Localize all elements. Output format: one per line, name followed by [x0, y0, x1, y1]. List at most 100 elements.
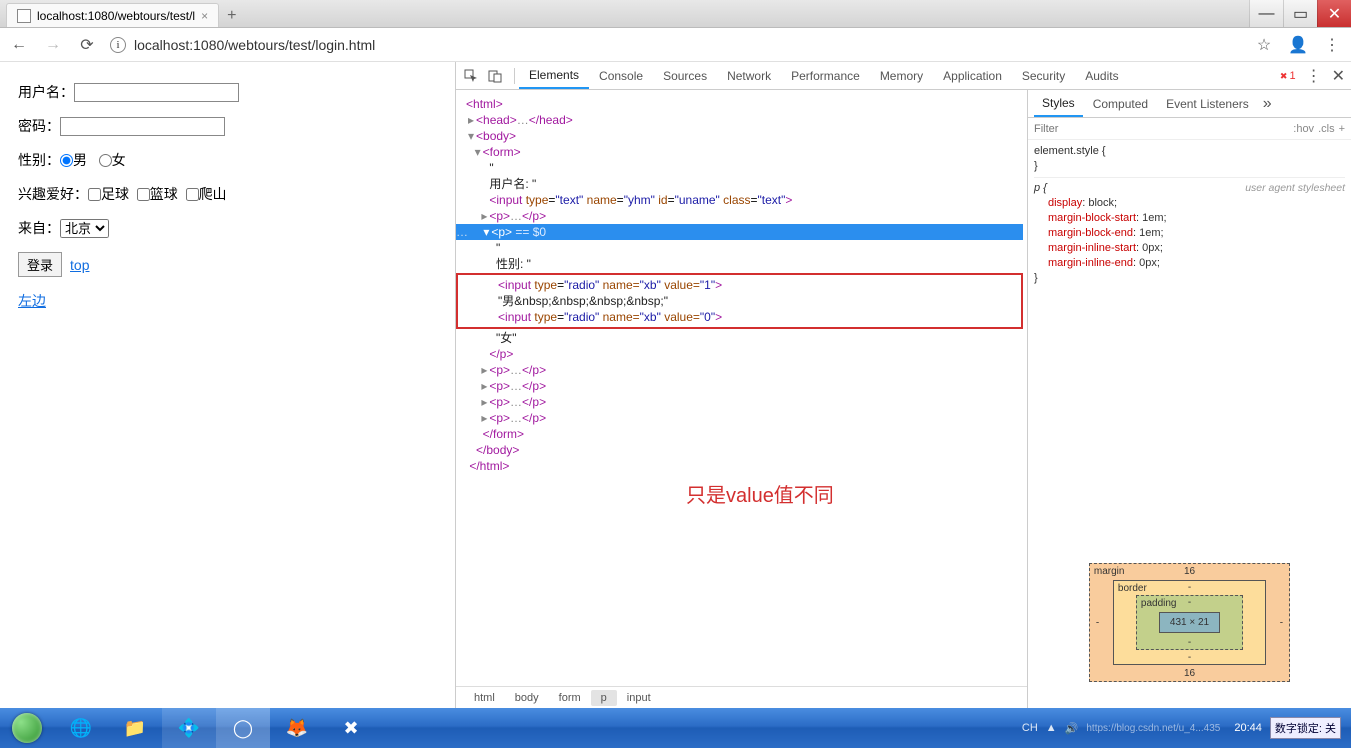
- el-node[interactable]: </html>: [469, 459, 509, 473]
- tab-event-listeners[interactable]: Event Listeners: [1158, 90, 1257, 117]
- el-node[interactable]: </form>: [483, 427, 524, 441]
- el-node[interactable]: <body>: [476, 129, 516, 143]
- tab-application[interactable]: Application: [933, 62, 1012, 89]
- window-titlebar: localhost:1080/webtours/test/l × + — ▭ ✕: [0, 0, 1351, 28]
- tab-console[interactable]: Console: [589, 62, 653, 89]
- devtools-tabbar: Elements Console Sources Network Perform…: [456, 62, 1351, 90]
- selected-element[interactable]: … ▾<p> == $0: [456, 224, 1023, 240]
- el-text: 性别: ": [496, 257, 531, 271]
- box-content: 431 × 21: [1159, 612, 1220, 633]
- tray-flag-icon[interactable]: ▲: [1046, 722, 1057, 734]
- site-info-icon[interactable]: i: [110, 37, 126, 53]
- hobby-football-text: 足球: [101, 184, 129, 204]
- device-toolbar-icon[interactable]: [486, 67, 504, 85]
- password-input[interactable]: [60, 117, 225, 136]
- taskbar-clock[interactable]: 20:44: [1234, 722, 1262, 734]
- browser-menu-icon[interactable]: ⋮: [1321, 35, 1343, 55]
- el-text: "男&nbsp;&nbsp;&nbsp;&nbsp;": [498, 294, 668, 308]
- taskbar-ide-icon[interactable]: 💠: [162, 708, 216, 748]
- ime-status[interactable]: 数字锁定: 关: [1270, 717, 1341, 739]
- tab-memory[interactable]: Memory: [870, 62, 933, 89]
- styles-panel: Styles Computed Event Listeners » :hov .…: [1027, 90, 1351, 708]
- hobby-climbing-text: 爬山: [199, 184, 227, 204]
- annotation-text: 只是value值不同: [686, 488, 1023, 504]
- hobby-basketball-checkbox[interactable]: [137, 188, 150, 201]
- css-rules[interactable]: element.style { } p {user agent styleshe…: [1028, 140, 1351, 537]
- crumb-body[interactable]: body: [505, 690, 549, 706]
- breadcrumb: html body form p input: [456, 686, 1027, 708]
- tab-sources[interactable]: Sources: [653, 62, 717, 89]
- hov-toggle[interactable]: :hov: [1293, 123, 1314, 135]
- taskbar-explorer-icon[interactable]: 📁: [108, 708, 162, 748]
- highlight-box: <input type="radio" name="xb" value="1">…: [456, 273, 1023, 329]
- tab-elements[interactable]: Elements: [519, 62, 589, 89]
- hobby-basketball-text: 篮球: [150, 184, 178, 204]
- new-tab-button[interactable]: +: [227, 7, 236, 25]
- start-button[interactable]: [0, 708, 54, 748]
- tab-computed[interactable]: Computed: [1085, 90, 1156, 117]
- tab-close-icon[interactable]: ×: [201, 9, 208, 23]
- error-count-badge[interactable]: 1: [1280, 70, 1296, 82]
- tab-styles[interactable]: Styles: [1034, 90, 1083, 117]
- username-input[interactable]: [74, 83, 239, 102]
- url-text[interactable]: localhost:1080/webtours/test/login.html: [134, 37, 375, 53]
- hobby-football-checkbox[interactable]: [88, 188, 101, 201]
- tab-security[interactable]: Security: [1012, 62, 1075, 89]
- crumb-input[interactable]: input: [617, 690, 661, 706]
- el-text: ": [489, 161, 493, 175]
- styles-filter-input[interactable]: [1028, 118, 1287, 139]
- cls-toggle[interactable]: .cls: [1318, 123, 1335, 135]
- from-select[interactable]: 北京: [60, 219, 109, 238]
- reload-button[interactable]: ⟳: [76, 35, 98, 55]
- from-label: 来自：: [18, 218, 60, 238]
- styles-more-icon[interactable]: »: [1263, 95, 1272, 113]
- watermark: https://blog.csdn.net/u_4...435: [1086, 723, 1220, 734]
- taskbar-ie-icon[interactable]: 🌐: [54, 708, 108, 748]
- tab-performance[interactable]: Performance: [781, 62, 870, 89]
- top-link[interactable]: top: [70, 257, 89, 273]
- gender-female-text: 女: [112, 150, 126, 170]
- el-node[interactable]: </p>: [489, 347, 513, 361]
- browser-tab[interactable]: localhost:1080/webtours/test/l ×: [6, 3, 219, 27]
- inspect-element-icon[interactable]: [462, 67, 480, 85]
- gender-male-radio[interactable]: [60, 154, 73, 167]
- el-node[interactable]: <html>: [466, 97, 503, 111]
- el-node[interactable]: </body>: [476, 443, 519, 457]
- elements-tree[interactable]: <html> ▸<head>…</head> ▾<body> ▾<form> "…: [456, 90, 1027, 686]
- page-content: 用户名： 密码： 性别： 男 女 兴趣爱好： 足球: [0, 62, 455, 708]
- taskbar-firefox-icon[interactable]: 🦊: [270, 708, 324, 748]
- address-bar: ← → ⟳ i localhost:1080/webtours/test/log…: [0, 28, 1351, 62]
- hobby-label: 兴趣爱好：: [18, 184, 88, 204]
- crumb-html[interactable]: html: [464, 690, 505, 706]
- devtools-close-icon[interactable]: ✕: [1332, 66, 1345, 86]
- gender-female-radio[interactable]: [99, 154, 112, 167]
- taskbar-app-icon[interactable]: ✖: [324, 708, 378, 748]
- taskbar: 🌐 📁 💠 ◯ 🦊 ✖ CH ▲ 🔊 https://blog.csdn.net…: [0, 708, 1351, 748]
- el-text: "女": [496, 331, 517, 345]
- window-close-button[interactable]: ✕: [1317, 0, 1351, 27]
- el-node[interactable]: <head>: [476, 113, 517, 127]
- tray-network-icon[interactable]: 🔊: [1065, 722, 1079, 735]
- password-label: 密码：: [18, 116, 60, 136]
- tab-network[interactable]: Network: [717, 62, 781, 89]
- tray-lang[interactable]: CH: [1022, 722, 1038, 734]
- hobby-climbing-checkbox[interactable]: [186, 188, 199, 201]
- crumb-p[interactable]: p: [591, 690, 617, 706]
- login-button[interactable]: 登录: [18, 252, 62, 277]
- window-minimize-button[interactable]: —: [1249, 0, 1283, 27]
- crumb-form[interactable]: form: [549, 690, 591, 706]
- taskbar-chrome-icon[interactable]: ◯: [216, 708, 270, 748]
- window-maximize-button[interactable]: ▭: [1283, 0, 1317, 27]
- forward-button[interactable]: →: [42, 36, 64, 54]
- back-button[interactable]: ←: [8, 36, 30, 54]
- left-link[interactable]: 左边: [18, 291, 46, 311]
- new-rule-icon[interactable]: +: [1339, 123, 1345, 135]
- bookmark-icon[interactable]: ☆: [1253, 35, 1275, 55]
- el-node[interactable]: <form>: [483, 145, 521, 159]
- profile-icon[interactable]: 👤: [1287, 35, 1309, 55]
- username-label: 用户名：: [18, 82, 74, 102]
- page-icon: [17, 9, 31, 23]
- tab-audits[interactable]: Audits: [1075, 62, 1128, 89]
- el-text: 用户名: ": [489, 177, 536, 191]
- devtools-menu-icon[interactable]: ⋮: [1306, 66, 1322, 86]
